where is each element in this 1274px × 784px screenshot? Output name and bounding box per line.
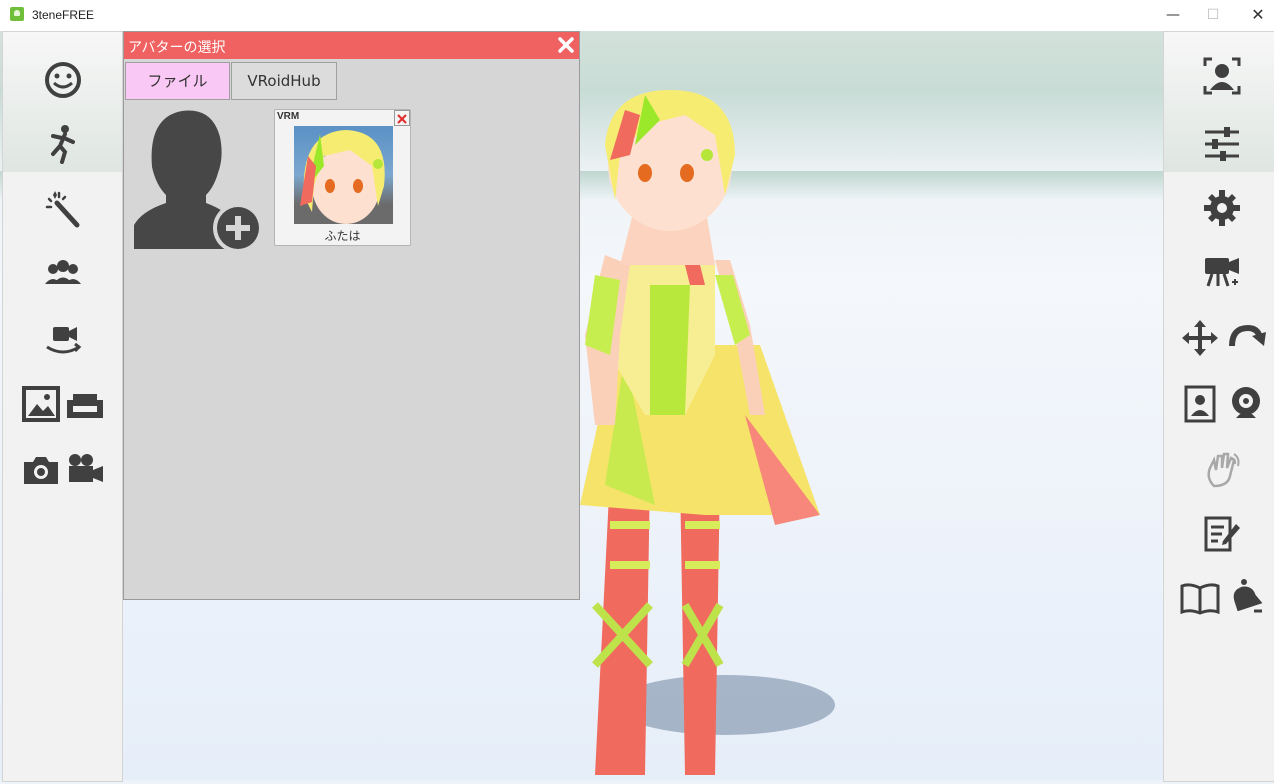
edit-note-icon[interactable] (1202, 514, 1242, 554)
move-arrows-icon[interactable] (1180, 318, 1220, 358)
avatar-thumbnail (294, 126, 393, 224)
dialog-title: アバターの選択 (128, 40, 226, 56)
avatar-select-dialog: アバターの選択 ファイル VRoidHub VRM ふたは (123, 31, 580, 600)
video-camera-icon[interactable] (65, 450, 105, 490)
hand-wave-icon (1202, 450, 1242, 490)
title-bar: 3teneFREE — ☐ ✕ (0, 0, 1274, 32)
add-avatar-button[interactable] (132, 107, 264, 253)
tab-file[interactable]: ファイル (125, 62, 230, 100)
app-icon (10, 7, 24, 21)
add-user-icon (134, 110, 263, 253)
face-tracking-icon[interactable] (1202, 56, 1242, 96)
close-window-button[interactable]: ✕ (1243, 4, 1273, 26)
camera-rotate-icon[interactable] (43, 319, 83, 359)
photo-camera-icon[interactable] (21, 450, 61, 490)
remove-avatar-icon[interactable] (394, 110, 410, 126)
magic-wand-icon[interactable] (43, 189, 83, 229)
dialog-close-icon[interactable] (556, 35, 576, 55)
avatar-name: ふたは (324, 229, 361, 243)
avatar-card[interactable]: VRM ふたは (274, 109, 411, 246)
camera-move-icon[interactable] (1202, 252, 1242, 292)
background-image-icon[interactable] (21, 384, 61, 424)
group-icon[interactable] (43, 254, 83, 294)
motion-icon[interactable] (43, 124, 83, 164)
settings-gear-icon[interactable] (1202, 188, 1242, 228)
bell-icon[interactable] (1226, 578, 1266, 618)
left-sidebar (2, 31, 123, 782)
dialog-header: アバターの選択 (124, 32, 579, 59)
webcam-icon[interactable] (1226, 384, 1266, 424)
right-sidebar (1163, 31, 1274, 782)
tab-vroidhub[interactable]: VRoidHub (231, 62, 337, 100)
avatar-model-graphic (580, 90, 835, 775)
rotate-icon[interactable] (1226, 318, 1266, 358)
face-icon[interactable] (43, 60, 83, 100)
sliders-icon[interactable] (1202, 124, 1242, 164)
portrait-icon[interactable] (1180, 384, 1220, 424)
vrm-badge: VRM (277, 111, 300, 122)
sofa-icon[interactable] (65, 384, 105, 424)
avatar-model (565, 85, 835, 780)
window-title: 3teneFREE (32, 8, 95, 22)
avatar-thumbnail-graphic (300, 130, 385, 224)
minimize-button[interactable]: — (1158, 4, 1188, 26)
book-icon[interactable] (1180, 578, 1220, 618)
maximize-button[interactable]: ☐ (1198, 4, 1228, 26)
